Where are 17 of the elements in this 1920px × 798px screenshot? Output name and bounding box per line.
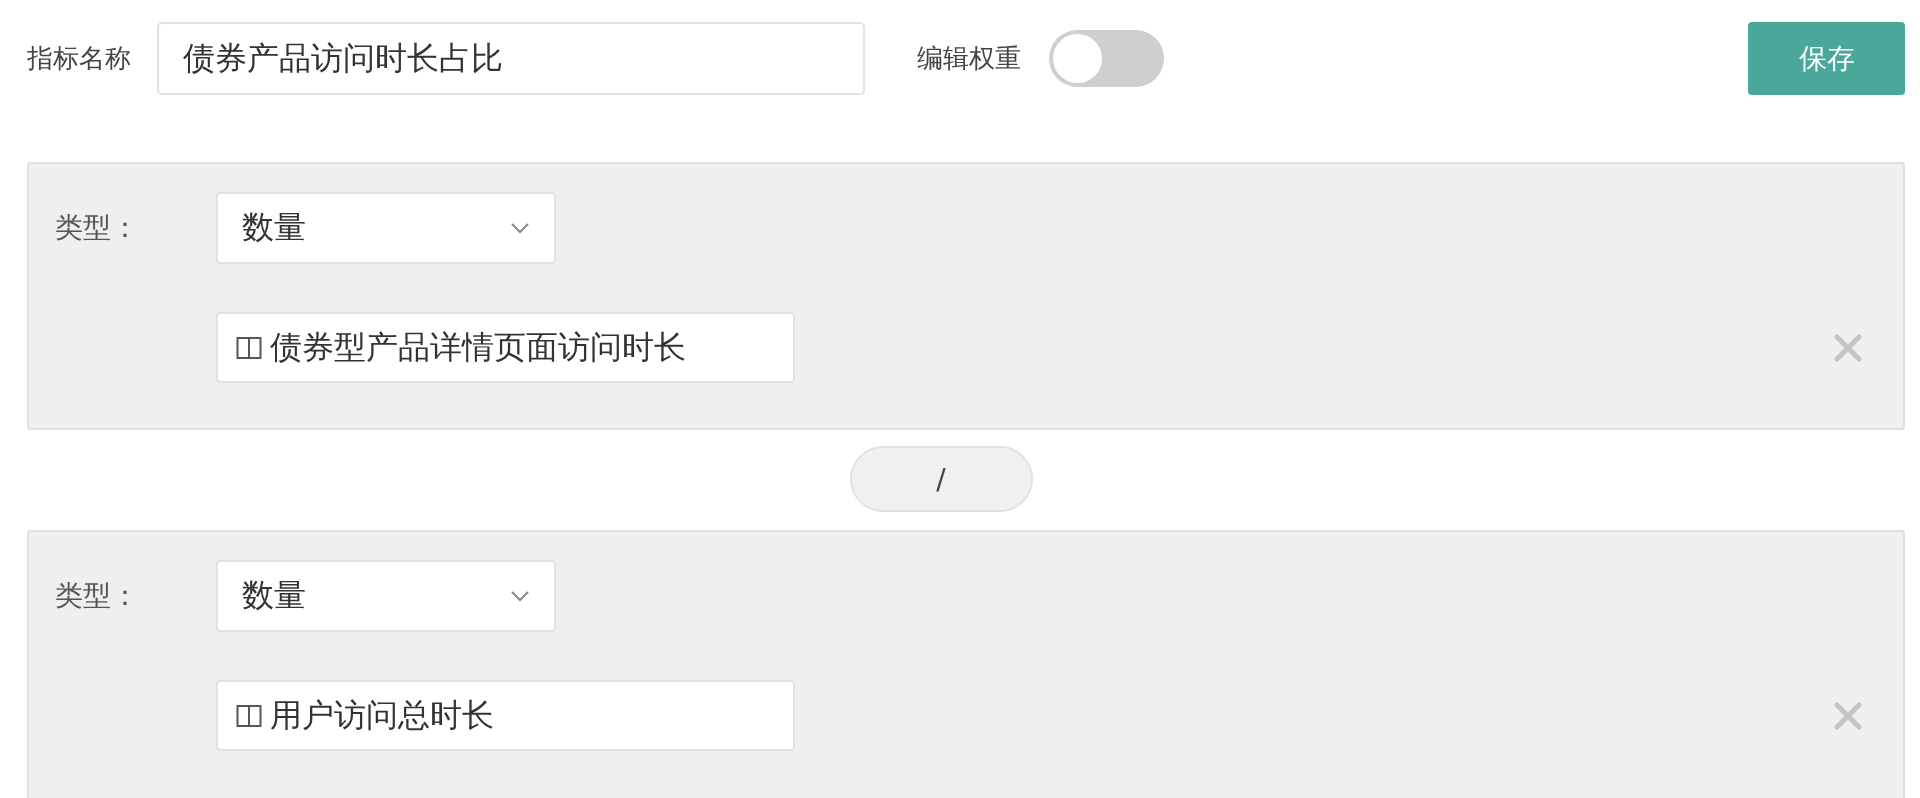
metric-item-field[interactable]: 用户访问总时长	[216, 680, 795, 751]
columns-icon	[236, 335, 262, 360]
metric-name-label: 指标名称	[27, 42, 131, 75]
metric-item-field[interactable]: 债券型产品详情页面访问时长	[216, 312, 795, 383]
chevron-down-icon	[510, 590, 530, 602]
chevron-down-icon	[510, 222, 530, 234]
operator-button[interactable]: /	[849, 446, 1033, 512]
type-select[interactable]: 数量	[216, 560, 556, 632]
type-select[interactable]: 数量	[216, 192, 556, 264]
columns-icon	[236, 703, 262, 728]
metric-name-field[interactable]: 债券产品访问时长占比	[157, 22, 865, 95]
close-icon[interactable]	[1833, 700, 1863, 731]
type-label: 类型：	[55, 578, 140, 614]
type-label: 类型：	[55, 210, 140, 246]
close-icon[interactable]	[1833, 332, 1863, 363]
edit-weight-label: 编辑权重	[917, 42, 1021, 75]
edit-weight-toggle[interactable]	[1049, 30, 1164, 87]
